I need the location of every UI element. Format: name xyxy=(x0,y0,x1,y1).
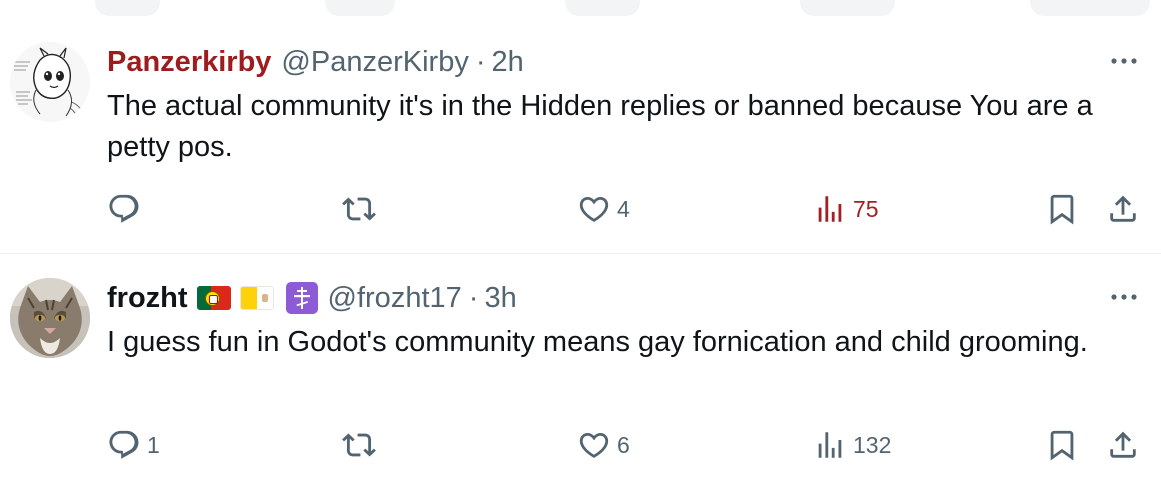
bookmark-icon xyxy=(1050,194,1074,225)
bookmark-icon xyxy=(1050,430,1074,461)
more-button[interactable] xyxy=(1109,54,1139,66)
avatar[interactable] xyxy=(10,42,90,122)
separator: · xyxy=(475,45,486,78)
avatar[interactable] xyxy=(10,278,90,358)
reply-button[interactable] xyxy=(107,188,147,230)
reply-icon xyxy=(109,430,139,459)
views-icon xyxy=(818,432,842,458)
retweet-button[interactable] xyxy=(341,188,383,230)
previous-tweet-actions-stub xyxy=(0,0,1161,18)
share-button[interactable] xyxy=(1106,424,1140,466)
reply-count: 1 xyxy=(147,431,160,458)
timestamp[interactable]: 2h xyxy=(492,46,524,79)
reply-button[interactable]: 1 xyxy=(107,424,160,466)
views-button[interactable]: 75 xyxy=(813,188,879,230)
reply-icon xyxy=(109,194,139,223)
view-count: 75 xyxy=(853,195,879,222)
prev-reply-button[interactable] xyxy=(95,0,160,16)
tweet[interactable]: Panzerkirby @PanzerKirby · 2h The actual… xyxy=(0,18,1161,254)
prev-bookmark-share-buttons[interactable] xyxy=(1030,0,1150,16)
handle[interactable]: @PanzerKirby xyxy=(281,46,468,79)
bookmark-button[interactable] xyxy=(1045,424,1079,466)
cat-photo-avatar-icon xyxy=(10,278,90,358)
retweet-button[interactable] xyxy=(341,424,383,466)
manga-sketch-avatar-icon xyxy=(10,42,90,122)
action-bar: 4 75 xyxy=(0,188,1161,230)
prev-retweet-button[interactable] xyxy=(325,0,395,16)
views-icon xyxy=(818,196,842,222)
tweet-header: Panzerkirby @PanzerKirby · 2h xyxy=(107,44,524,80)
like-button[interactable]: 4 xyxy=(577,188,630,230)
retweet-icon xyxy=(342,197,376,221)
display-name[interactable]: Panzerkirby xyxy=(107,46,271,79)
tweet[interactable]: frozht @frozht17 · 3h I guess fun in God… xyxy=(0,254,1161,490)
handle[interactable]: @frozht17 xyxy=(328,282,462,315)
more-icon xyxy=(1111,294,1137,300)
like-button[interactable]: 6 xyxy=(577,424,630,466)
display-name[interactable]: frozht xyxy=(107,282,188,315)
portugal-flag-icon xyxy=(196,286,231,310)
view-count: 132 xyxy=(853,431,892,458)
retweet-icon xyxy=(342,433,376,457)
tweet-header: frozht @frozht17 · 3h xyxy=(107,280,517,316)
prev-like-button[interactable] xyxy=(565,0,640,16)
share-icon xyxy=(1110,195,1136,222)
timestamp[interactable]: 3h xyxy=(484,282,516,315)
like-icon xyxy=(579,432,609,458)
action-bar: 1 6 132 xyxy=(0,424,1161,466)
more-icon xyxy=(1111,58,1137,64)
more-button[interactable] xyxy=(1109,290,1139,302)
like-icon xyxy=(579,196,609,222)
like-count: 6 xyxy=(617,431,630,458)
views-button[interactable]: 132 xyxy=(813,424,891,466)
tweet-text: The actual community it's in the Hidden … xyxy=(107,90,1093,163)
orthodox-cross-icon xyxy=(285,282,318,314)
prev-views-button[interactable] xyxy=(800,0,895,16)
share-icon xyxy=(1110,431,1136,458)
vatican-flag-icon xyxy=(239,286,274,310)
tweet-text: I guess fun in Godot's community means g… xyxy=(107,326,1088,358)
like-count: 4 xyxy=(617,195,630,222)
separator: · xyxy=(468,281,479,314)
share-button[interactable] xyxy=(1106,188,1140,230)
bookmark-button[interactable] xyxy=(1045,188,1079,230)
